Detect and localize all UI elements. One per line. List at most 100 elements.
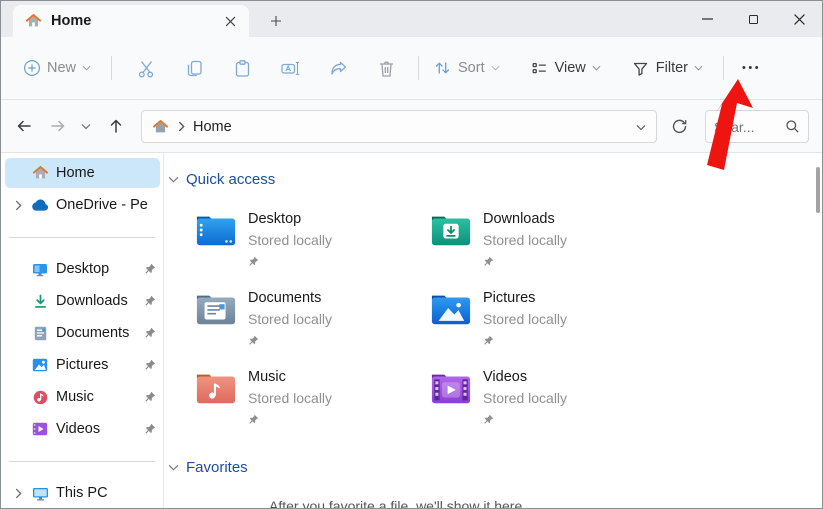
up-button[interactable] [101,111,131,141]
onedrive-icon [31,199,49,211]
favorites-empty-hint: After you favorite a file, we'll show it… [269,498,523,509]
favorites-header[interactable]: Favorites [168,459,248,476]
see-more-button[interactable]: ••• [732,62,771,74]
search-placeholder: Sear... [714,118,755,135]
address-dropdown-icon[interactable] [636,118,646,136]
plus-circle-icon [23,59,41,77]
copy-icon [187,60,202,76]
chevron-down-icon [82,65,91,71]
cut-icon [138,60,153,77]
quick-access-item-downloads[interactable]: Downloads Stored locally [430,209,567,272]
chevron-down-icon [168,464,179,471]
chevron-right-icon[interactable] [5,488,31,499]
pin-icon [144,295,156,307]
search-input[interactable]: Sear... [705,110,809,143]
paste-icon [235,59,249,77]
address-bar: Home Sear... [1,100,822,153]
breadcrumb-home[interactable]: Home [193,119,232,135]
copy-button[interactable] [174,52,214,85]
chevron-down-icon [168,176,179,183]
forward-button[interactable] [43,111,73,141]
quick-access-header[interactable]: Quick access [168,171,275,188]
sort-button[interactable]: Sort [425,53,508,83]
music-icon [31,390,49,405]
command-bar: New Sort View Filter ••• [1,37,822,100]
items-view: Quick access Desktop Stored locally Down… [165,153,822,509]
refresh-button[interactable] [665,112,693,140]
pictures-folder-icon [431,295,471,325]
sidebar-separator [9,237,155,238]
breadcrumb-bar[interactable]: Home [141,110,657,143]
downloads-icon [31,294,49,309]
pin-icon [483,412,567,430]
sort-label: Sort [458,60,485,76]
rename-icon [281,61,300,75]
trash-icon [379,60,393,77]
vertical-scrollbar[interactable] [816,167,820,213]
recent-locations-button[interactable] [75,111,97,141]
this-pc-icon [31,486,49,501]
share-button[interactable] [318,52,358,85]
pin-icon [144,423,156,435]
sidebar-item-home[interactable]: Home [5,158,160,188]
documents-folder-icon [196,295,236,325]
downloads-folder-icon [431,216,471,246]
chevron-right-icon[interactable] [5,200,31,211]
quick-access-item-music[interactable]: Music Stored locally [195,367,332,430]
desktop-icon [31,262,49,277]
file-explorer-window: Home New Sort View Filter ••• Home Sear.… [0,0,823,509]
pictures-icon [31,358,49,372]
delete-button[interactable] [366,52,406,85]
quick-access-item-videos[interactable]: Videos Stored locally [430,367,567,430]
filter-button[interactable]: Filter [623,53,711,83]
pin-icon [248,333,332,351]
chevron-down-icon [694,65,703,71]
share-icon [330,61,346,75]
maximize-button[interactable] [730,1,776,37]
new-label: New [47,60,77,76]
videos-folder-icon [431,374,471,404]
home-icon [31,165,49,181]
sidebar-item-videos[interactable]: Videos [5,414,160,444]
plus-icon [271,16,281,26]
paste-button[interactable] [222,52,262,85]
rename-button[interactable] [270,52,310,85]
sidebar-item-documents[interactable]: Documents [5,318,160,348]
sidebar-item-onedrive[interactable]: OneDrive - Pe [5,190,160,220]
pin-icon [144,327,156,339]
window-controls [684,1,822,37]
back-button[interactable] [9,111,39,141]
pin-icon [144,359,156,371]
filter-label: Filter [655,60,689,76]
sidebar-item-desktop[interactable]: Desktop [5,254,160,284]
quick-access-item-documents[interactable]: Documents Stored locally [195,288,332,351]
pin-icon [248,412,332,430]
title-bar: Home [1,1,822,37]
sidebar-separator [9,461,155,462]
sidebar-item-music[interactable]: Music [5,382,160,412]
videos-icon [31,422,49,436]
chevron-down-icon [491,65,500,71]
funnel-icon [633,62,647,76]
sidebar-item-downloads[interactable]: Downloads [5,286,160,316]
quick-access-item-desktop[interactable]: Desktop Stored locally [195,209,332,272]
pin-icon [248,254,332,272]
tab-close-icon[interactable] [219,10,241,32]
pin-icon [144,391,156,403]
documents-icon [31,326,49,341]
minimize-button[interactable] [684,1,730,37]
music-folder-icon [196,374,236,404]
sidebar-item-pictures[interactable]: Pictures [5,350,160,380]
sidebar-item-this-pc[interactable]: This PC [5,478,160,508]
new-button[interactable]: New [15,53,99,83]
pin-icon [483,254,567,272]
quick-access-item-pictures[interactable]: Pictures Stored locally [430,288,567,351]
tab-home[interactable]: Home [13,5,249,37]
view-button[interactable]: View [522,53,609,83]
navigation-pane: Home OneDrive - Pe Desktop Downloads Doc… [1,153,164,508]
close-button[interactable] [776,1,822,37]
pin-icon [144,263,156,275]
cut-button[interactable] [126,52,166,85]
new-tab-button[interactable] [263,8,289,34]
chevron-down-icon [592,65,601,71]
